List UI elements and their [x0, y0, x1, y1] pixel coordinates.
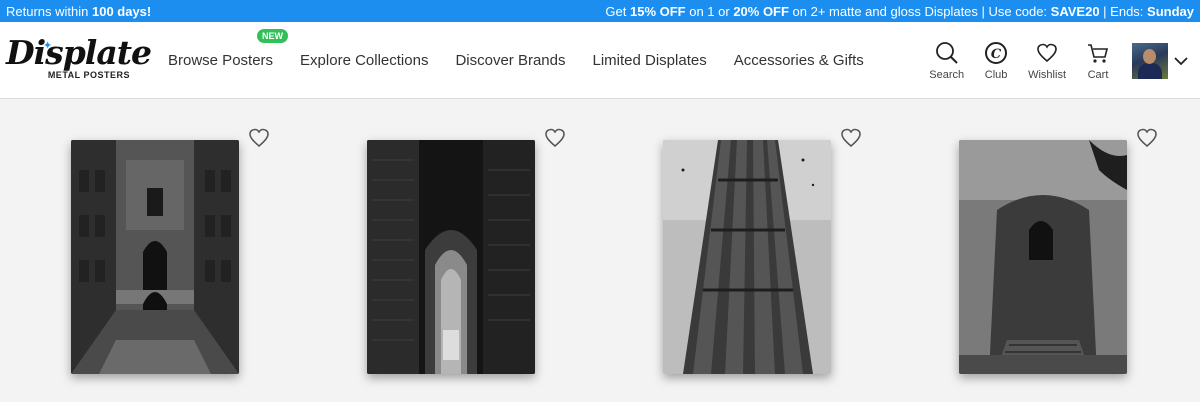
displate-logo[interactable]: Displate ✦ METAL POSTERS [6, 33, 152, 81]
product-image [959, 140, 1127, 374]
nav-label: Limited Displates [592, 52, 707, 69]
product-image [71, 140, 239, 374]
nav-limited-displates[interactable]: Limited Displates [593, 52, 707, 69]
search-button[interactable]: Search [929, 41, 964, 81]
product-image [663, 140, 831, 374]
heart-icon[interactable] [1135, 126, 1159, 150]
avatar [1132, 42, 1168, 79]
nav-accessories-gifts[interactable]: Accessories & Gifts [734, 52, 864, 69]
product-card-ruin[interactable] [959, 140, 1127, 374]
nav-explore-collections[interactable]: Explore Collections [300, 52, 428, 69]
svg-text:C: C [991, 47, 1002, 62]
wishlist-button[interactable]: Wishlist [1028, 41, 1066, 81]
chevron-down-icon [1174, 56, 1188, 65]
header-actions: Search C Club Wishlist Cart [909, 22, 1190, 99]
nav-discover-brands[interactable]: Discover Brands [455, 52, 565, 69]
main-nav: Browse Posters NEW Explore Collections D… [168, 22, 891, 99]
product-grid [0, 99, 1200, 402]
account-menu[interactable] [1132, 42, 1190, 79]
new-badge: NEW [257, 29, 288, 43]
heart-icon[interactable] [839, 126, 863, 150]
heart-icon[interactable] [247, 126, 271, 150]
cart-label: Cart [1087, 68, 1109, 81]
heart-icon [1037, 43, 1057, 62]
nav-label: Browse Posters [168, 52, 274, 69]
logo-wordmark: Displate [6, 33, 152, 72]
promo-bar: Returns within 100 days! Get 15% OFF on … [0, 0, 1200, 22]
product-card-doorway[interactable] [367, 140, 535, 374]
product-card-stepwell[interactable] [71, 140, 239, 374]
nav-label: Discover Brands [455, 52, 566, 69]
nav-label: Accessories & Gifts [733, 52, 864, 69]
cart-icon [1088, 43, 1109, 63]
discount-text: Get 15% OFF on 1 or 20% OFF on 2+ matte … [605, 3, 1194, 19]
wishlist-label: Wishlist [1028, 68, 1066, 81]
search-label: Search [929, 68, 965, 81]
cart-button[interactable]: Cart [1086, 41, 1110, 81]
nav-browse-posters[interactable]: Browse Posters NEW [168, 29, 288, 69]
site-header: Displate ✦ METAL POSTERS Browse Posters … [0, 22, 1200, 99]
club-label: Club [984, 68, 1008, 81]
nav-label: Explore Collections [300, 52, 429, 69]
logo-star-icon: ✦ [43, 40, 53, 52]
product-image [367, 140, 535, 374]
search-icon [935, 41, 958, 64]
heart-icon[interactable] [543, 126, 567, 150]
product-card-tower[interactable] [663, 140, 831, 374]
returns-text: Returns within 100 days! [6, 3, 152, 19]
club-icon: C [985, 41, 1008, 64]
club-button[interactable]: C Club [984, 41, 1008, 81]
